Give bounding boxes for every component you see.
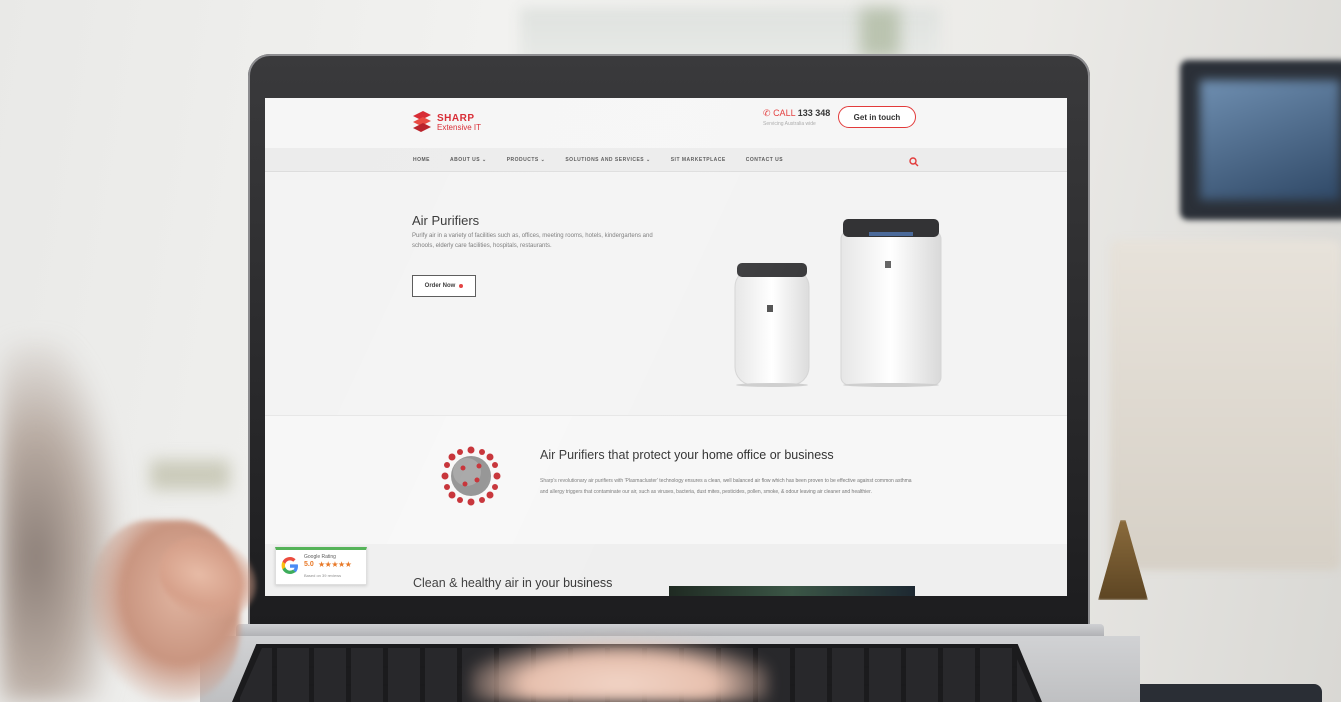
nav-item-home[interactable]: HOME: [413, 157, 430, 163]
hero-description: Purify air in a variety of facilities su…: [412, 233, 653, 249]
section-title: Air Purifiers that protect your home off…: [540, 448, 834, 462]
search-icon[interactable]: [909, 154, 919, 167]
section-description: Sharp's revolutionary air purifiers with…: [540, 478, 912, 495]
nav-item-solutions[interactable]: SOLUTIONS AND SERVICES ⌄: [565, 157, 650, 163]
right-hand: [470, 640, 770, 702]
logo-tagline: Extensive IT: [437, 123, 482, 132]
hero-section: Air Purifiers Purify air in a variety of…: [265, 173, 1067, 415]
order-now-button[interactable]: Order Now: [412, 275, 476, 297]
hero-title: Air Purifiers: [412, 213, 480, 228]
call-info[interactable]: ✆ CALL 133 348: [763, 108, 830, 119]
phone-icon: ✆: [763, 108, 771, 118]
get-in-touch-button[interactable]: Get in touch: [838, 106, 916, 128]
business-section: Clean & healthy air in your business: [265, 544, 1067, 596]
phone-number: 133 348: [797, 108, 831, 118]
laptop-screen: SHARP Extensive IT ✆ CALL 133 348 Servic…: [265, 98, 1067, 596]
main-nav: HOME ABOUT US ⌄ PRODUCTS ⌄ SOLUTIONS AND…: [265, 148, 1067, 172]
nav-items: HOME ABOUT US ⌄ PRODUCTS ⌄ SOLUTIONS AND…: [413, 148, 803, 172]
sharp-logo[interactable]: SHARP Extensive IT: [411, 110, 481, 136]
call-label: CALL: [773, 108, 796, 118]
logo-text: SHARP Extensive IT: [437, 114, 481, 132]
star-rating-icon: ★★★★★: [318, 560, 352, 569]
order-dot-icon: [459, 284, 464, 288]
large-air-purifier-image: [840, 219, 942, 387]
protection-section: Air Purifiers that protect your home off…: [265, 416, 1067, 544]
sharp-logo-icon: [411, 110, 433, 136]
nav-item-products[interactable]: PRODUCTS ⌄: [507, 157, 546, 163]
google-rating-reviews: Based on 39 reviews: [304, 573, 342, 578]
google-icon: [280, 556, 300, 580]
background-plant: [860, 8, 900, 58]
nav-item-contact-us[interactable]: CONTACT US: [746, 157, 783, 163]
business-section-title: Clean & healthy air in your business: [413, 576, 613, 590]
virus-icon: [441, 446, 501, 506]
site-header: SHARP Extensive IT ✆ CALL 133 348 Servic…: [265, 98, 1067, 148]
call-subtext: Servicing Australia wide: [763, 121, 816, 127]
nav-item-about-us[interactable]: ABOUT US ⌄: [450, 157, 487, 163]
nav-item-marketplace[interactable]: SIT MARKETPLACE: [671, 157, 726, 163]
background-object: [150, 460, 230, 490]
background-chair: [1110, 240, 1341, 570]
background-monitor-screen: [1200, 80, 1340, 200]
background-phone: [1112, 684, 1322, 702]
google-rating-badge[interactable]: Google Rating 5.0 ★★★★★ Based on 39 revi…: [275, 547, 367, 585]
small-air-purifier-image: [734, 263, 810, 387]
video-thumbnail[interactable]: [669, 586, 915, 596]
google-rating-score: 5.0: [304, 561, 314, 568]
order-now-label: Order Now: [424, 283, 456, 289]
